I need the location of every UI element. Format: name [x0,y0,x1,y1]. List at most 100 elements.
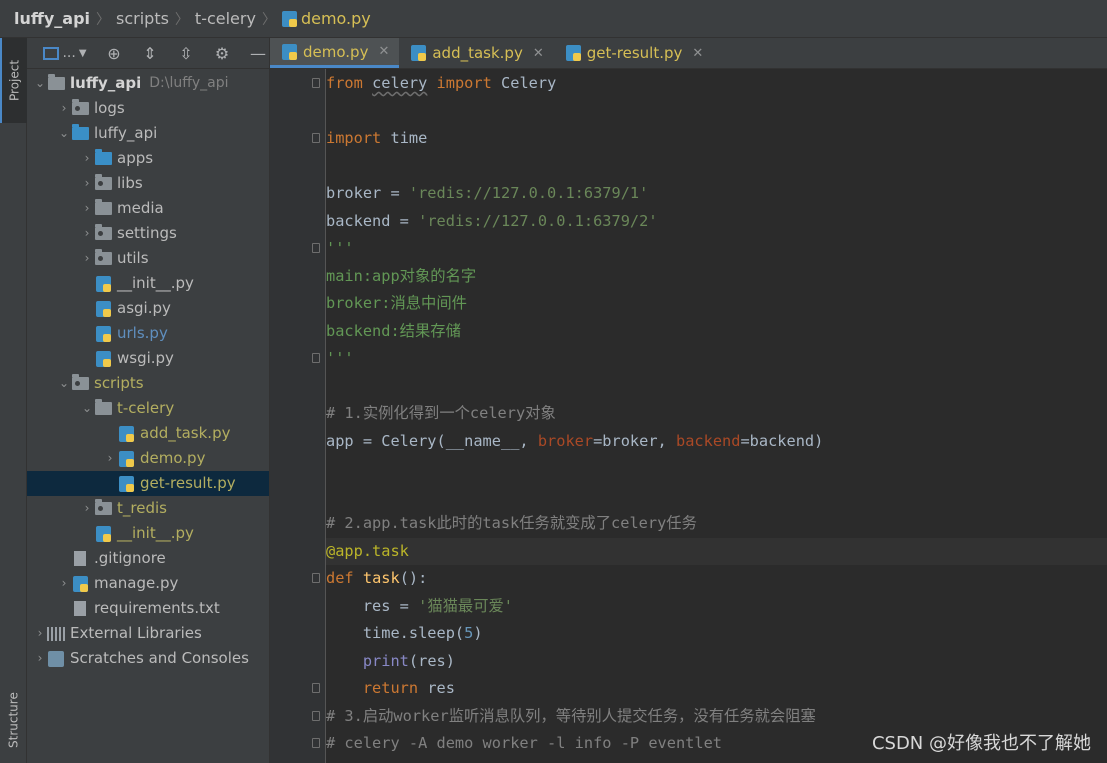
code-line[interactable]: backend:结果存储 [326,318,1107,346]
tree-item-logs[interactable]: › logs [27,96,269,121]
tree-item-media[interactable]: › media [27,196,269,221]
tree-item-asgi-py[interactable]: asgi.py [27,296,269,321]
code-line[interactable]: res = '猫猫最可爱' [326,593,1107,621]
code-line[interactable]: main:app对象的名字 [326,263,1107,291]
code-line[interactable] [326,153,1107,181]
python-file-icon [71,575,89,592]
fold-marker-icon[interactable] [312,683,320,693]
tree-item-get-result-py[interactable]: get-result.py [27,471,269,496]
tree-item-init-py[interactable]: __init__.py [27,271,269,296]
fold-marker-icon[interactable] [312,133,320,143]
code-line[interactable] [326,373,1107,401]
fold-marker-icon[interactable] [312,353,320,363]
code-line[interactable] [326,455,1107,483]
tree-item-label: demo.py [140,449,206,467]
tree-item-t-redis[interactable]: › t_redis [27,496,269,521]
chevron-right-icon[interactable]: › [80,196,94,221]
tree-item-manage-py[interactable]: › manage.py [27,571,269,596]
chevron-right-icon[interactable]: › [80,246,94,271]
code-line[interactable]: from celery import Celery [326,70,1107,98]
code-line-current[interactable]: @app.task [326,537,1107,565]
tree-item-wsgi-py[interactable]: wsgi.py [27,346,269,371]
tree-item-luffy-api[interactable]: ⌄ luffy_api [27,121,269,146]
code-line[interactable]: print(res) [326,648,1107,676]
chevron-right-icon[interactable]: › [33,646,47,671]
fold-marker-icon[interactable] [312,711,320,721]
fold-marker-icon[interactable] [312,738,320,748]
fold-marker-icon[interactable] [312,573,320,583]
folder-icon [94,224,112,242]
code-token: (res) [408,651,455,670]
code-line[interactable] [326,98,1107,126]
tree-item-requirements-txt[interactable]: requirements.txt [27,596,269,621]
python-file-icon [411,45,427,61]
tree-item-external-libraries[interactable]: › External Libraries [27,621,269,646]
chevron-down-icon[interactable]: ⌄ [57,121,71,146]
tree-item-root[interactable]: ⌄ luffy_api D:\luffy_api [27,71,269,96]
chevron-down-icon[interactable]: ⌄ [80,396,94,421]
tab-add-task-py[interactable]: add_task.py ✕ [399,38,553,68]
tree-item-settings[interactable]: › settings [27,221,269,246]
tree-item-utils[interactable]: › utils [27,246,269,271]
breadcrumb-scripts[interactable]: scripts [110,9,175,28]
structure-tool-window-tab[interactable]: Structure [0,678,27,763]
code-line[interactable]: def task(): [326,565,1107,593]
breadcrumb-file[interactable]: demo.py [276,9,377,28]
code-line[interactable] [326,483,1107,511]
chevron-right-icon[interactable]: › [80,146,94,171]
tree-item-gitignore[interactable]: .gitignore [27,546,269,571]
view-selector-button[interactable]: ... ▼ [41,42,89,64]
breadcrumb-project[interactable]: luffy_api [8,9,96,28]
tree-item-init-py-scripts[interactable]: __init__.py [27,521,269,546]
code-line[interactable]: ''' [326,235,1107,263]
tree-item-scripts[interactable]: ⌄ scripts [27,371,269,396]
tab-demo-py[interactable]: demo.py ✕ [270,38,400,68]
code-content[interactable]: from celery import Celery import time br… [326,70,1107,758]
close-icon[interactable]: ✕ [692,46,703,61]
tree-item-add-task-py[interactable]: add_task.py [27,421,269,446]
chevron-down-icon[interactable]: ⌄ [57,371,71,396]
project-tool-window-tab[interactable]: Project [0,38,27,123]
code-line[interactable]: return res [326,675,1107,703]
fold-marker-icon[interactable] [312,243,320,253]
chevron-right-icon[interactable]: › [103,446,117,471]
tree-item-demo-py[interactable]: › demo.py [27,446,269,471]
code-line[interactable]: backend = 'redis://127.0.0.1:6379/2' [326,208,1107,236]
chevron-right-icon[interactable]: › [80,221,94,246]
gear-icon[interactable]: ⚙ [211,42,233,64]
close-icon[interactable]: ✕ [533,46,544,61]
tree-item-apps[interactable]: › apps [27,146,269,171]
code-line[interactable]: broker = 'redis://127.0.0.1:6379/1' [326,180,1107,208]
code-token: return [362,679,419,697]
code-line[interactable]: ''' [326,345,1107,373]
code-editor[interactable]: from celery import Celery import time br… [270,69,1107,763]
tree-item-libs[interactable]: › libs [27,171,269,196]
chevron-right-icon[interactable]: › [80,496,94,521]
code-line[interactable]: # 1.实例化得到一个celery对象 [326,400,1107,428]
tab-get-result-py[interactable]: get-result.py ✕ [554,38,714,68]
code-line[interactable]: # 3.启动worker监听消息队列，等待别人提交任务，没有任务就会阻塞 [326,703,1107,731]
expand-all-icon[interactable]: ⇕ [139,42,161,64]
tree-item-t-celery[interactable]: ⌄ t-celery [27,396,269,421]
close-icon[interactable]: ✕ [378,44,389,59]
locate-icon[interactable]: ⊕ [103,42,125,64]
tree-item-scratches[interactable]: › Scratches and Consoles [27,646,269,671]
chevron-right-icon[interactable]: › [57,96,71,121]
gitignore-file-icon [71,551,89,567]
code-line[interactable]: broker:消息中间件 [326,290,1107,318]
code-line[interactable]: import time [326,125,1107,153]
code-line[interactable]: time.sleep(5) [326,620,1107,648]
tree-item-urls-py[interactable]: urls.py [27,321,269,346]
chevron-right-icon[interactable]: › [80,171,94,196]
editor-gutter[interactable] [270,69,326,763]
fold-marker-icon[interactable] [312,78,320,88]
chevron-right-icon[interactable]: › [57,571,71,596]
code-line[interactable]: # 2.app.task此时的task任务就变成了celery任务 [326,510,1107,538]
chevron-right-icon[interactable]: › [33,621,47,646]
breadcrumb-t-celery[interactable]: t-celery [189,9,262,28]
hide-icon[interactable]: — [247,42,269,64]
code-line[interactable]: app = Celery(__name__, broker=broker, ba… [326,428,1107,456]
collapse-all-icon[interactable]: ⇳ [175,42,197,64]
chevron-down-icon[interactable]: ⌄ [33,71,47,96]
tree-item-label: t_redis [117,499,167,517]
